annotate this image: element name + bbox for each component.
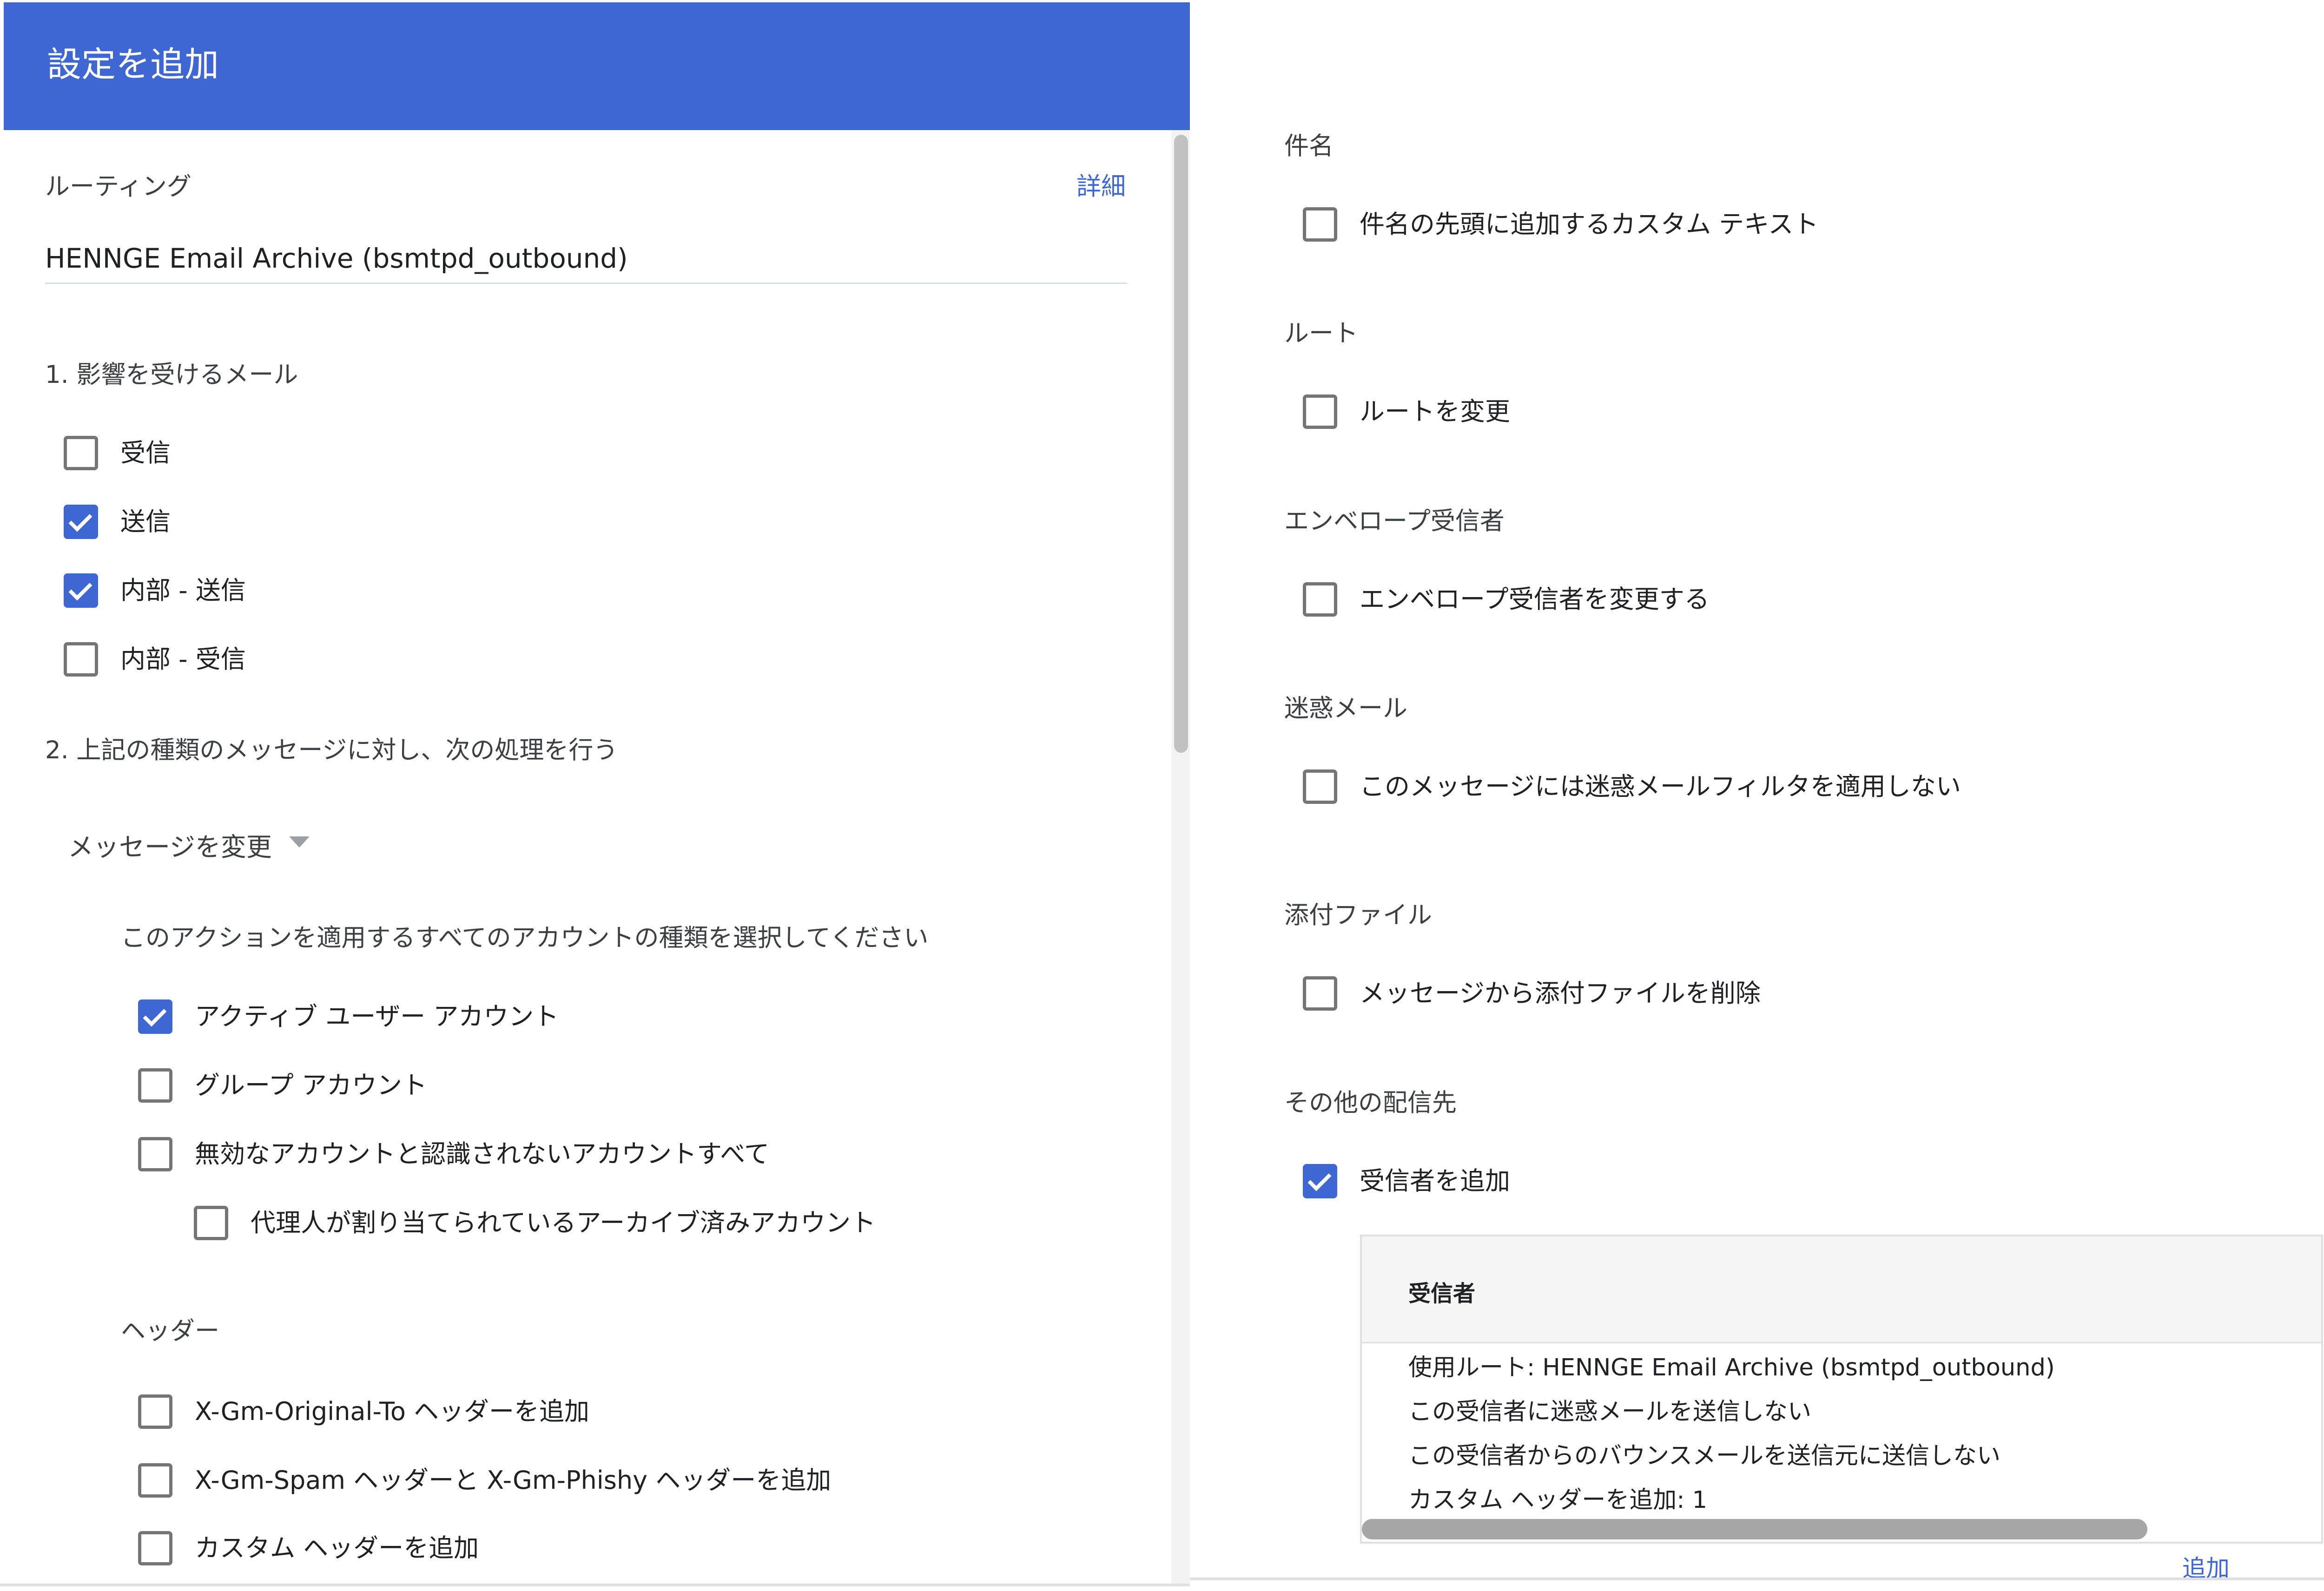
checkbox-remove-attachments-label: メッセージから添付ファイルを削除: [1360, 979, 1761, 1008]
section2-heading: 2. 上記の種類のメッセージに対し、次の処理を行う: [45, 736, 618, 764]
section1-heading: 1. 影響を受けるメール: [45, 361, 298, 389]
attachments-heading: 添付ファイル: [1284, 901, 1432, 929]
routing-label: ルーティング: [45, 172, 191, 201]
checkbox-bypass-spam-filter-box[interactable]: [1303, 769, 1337, 804]
checkbox-x-gm-spam-phishy-label: X-Gm-Spam ヘッダーと X-Gm-Phishy ヘッダーを追加: [195, 1466, 832, 1495]
recipients-table-header: 受信者: [1362, 1236, 2321, 1343]
subject-heading: 件名: [1284, 132, 1334, 160]
spam-heading: 迷惑メール: [1284, 694, 1407, 723]
dialog-title-bar: 設定を追加: [4, 2, 1190, 130]
checkbox-group-accounts-box[interactable]: [138, 1068, 172, 1103]
check-icon[interactable]: [64, 505, 98, 539]
account-types-prompt: このアクションを適用するすべてのアカウントの種類を選択してください: [121, 924, 929, 952]
checkbox-custom-header-label: カスタム ヘッダーを追加: [195, 1533, 479, 1563]
checkbox-change-route[interactable]: ルートを変更: [1303, 391, 1510, 433]
checkbox-add-recipients[interactable]: 受信者を追加: [1303, 1160, 1510, 1202]
checkbox-change-envelope-recipient[interactable]: エンベロープ受信者を変更する: [1303, 579, 1710, 620]
checkbox-disabled-accounts[interactable]: 無効なアカウントと認識されないアカウントすべて: [138, 1133, 769, 1175]
checkbox-inbound-label: 受信: [120, 438, 171, 467]
checkbox-remove-attachments[interactable]: メッセージから添付ファイルを削除: [1303, 973, 1761, 1014]
other-destinations-heading: その他の配信先: [1284, 1089, 1457, 1117]
left-bottom-divider: [0, 1584, 1190, 1586]
recipient-route-line: 使用ルート: HENNGE Email Archive (bsmtpd_outb…: [1408, 1354, 2055, 1381]
checkbox-custom-header[interactable]: カスタム ヘッダーを追加: [138, 1527, 479, 1569]
checkbox-internal-sending-label: 内部 - 送信: [120, 576, 246, 605]
checkbox-inbound[interactable]: 受信: [64, 432, 171, 474]
checkbox-x-gm-spam-phishy-box[interactable]: [138, 1463, 172, 1498]
recipients-horizontal-scrollbar[interactable]: [1362, 1519, 2147, 1539]
routing-value[interactable]: HENNGE Email Archive (bsmtpd_outbound): [45, 241, 628, 276]
checkbox-x-gm-original-to-label: X-Gm-Original-To ヘッダーを追加: [195, 1397, 590, 1426]
checkbox-x-gm-original-to-box[interactable]: [138, 1394, 172, 1429]
routing-details-link[interactable]: 詳細: [1076, 171, 1126, 203]
route-heading: ルート: [1284, 319, 1358, 348]
recipients-table: 受信者 使用ルート: HENNGE Email Archive (bsmtpd_…: [1360, 1235, 2323, 1544]
checkbox-subject-prefix-box[interactable]: [1303, 207, 1337, 242]
checkbox-internal-sending[interactable]: 内部 - 送信: [64, 570, 246, 611]
check-icon[interactable]: [64, 573, 98, 608]
right-bottom-divider: [1190, 1578, 2324, 1580]
recipient-custom-header-line: カスタム ヘッダーを追加: 1: [1408, 1486, 1708, 1514]
recipients-table-header-label: 受信者: [1408, 1281, 1476, 1307]
check-icon[interactable]: [1303, 1164, 1337, 1198]
checkbox-inbound-box[interactable]: [64, 436, 98, 470]
left-scrollbar-thumb[interactable]: [1174, 135, 1188, 753]
checkbox-add-recipients-label: 受信者を追加: [1360, 1166, 1510, 1196]
checkbox-active-user-accounts-label: アクティブ ユーザー アカウント: [195, 1002, 559, 1031]
headers-heading: ヘッダー: [121, 1317, 219, 1345]
checkbox-archived-delegated-accounts-box[interactable]: [194, 1206, 228, 1240]
checkbox-group-accounts-label: グループ アカウント: [195, 1071, 427, 1100]
checkbox-x-gm-spam-phishy[interactable]: X-Gm-Spam ヘッダーと X-Gm-Phishy ヘッダーを追加: [138, 1460, 831, 1501]
checkbox-outbound-label: 送信: [120, 507, 171, 536]
recipient-no-spam-line: この受信者に迷惑メールを送信しない: [1408, 1398, 1812, 1426]
envelope-recipient-heading: エンベロープ受信者: [1284, 507, 1505, 535]
checkbox-remove-attachments-box[interactable]: [1303, 976, 1337, 1011]
action-dropdown[interactable]: メッセージを変更: [68, 829, 272, 865]
checkbox-outbound[interactable]: 送信: [64, 501, 171, 543]
checkbox-subject-prefix[interactable]: 件名の先頭に追加するカスタム テキスト: [1303, 204, 1819, 245]
checkbox-disabled-accounts-label: 無効なアカウントと認識されないアカウントすべて: [195, 1139, 770, 1169]
settings-dialog-right: 件名 件名の先頭に追加するカスタム テキスト ルート ルートを変更 エンベロープ…: [1190, 0, 2324, 1591]
checkbox-bypass-spam-filter-label: このメッセージには迷惑メールフィルタを適用しない: [1360, 772, 1961, 801]
checkbox-group-accounts[interactable]: グループ アカウント: [138, 1065, 427, 1106]
checkbox-internal-receiving-box[interactable]: [64, 642, 98, 677]
settings-dialog-left: 設定を追加 ルーティング 詳細 HENNGE Email Archive (bs…: [0, 0, 1190, 1591]
dialog-title: 設定を追加: [47, 45, 219, 85]
checkbox-custom-header-box[interactable]: [138, 1531, 172, 1565]
routing-underline: [45, 283, 1127, 284]
checkbox-change-route-label: ルートを変更: [1360, 397, 1510, 426]
checkbox-change-envelope-recipient-box[interactable]: [1303, 582, 1337, 617]
checkbox-subject-prefix-label: 件名の先頭に追加するカスタム テキスト: [1360, 210, 1819, 239]
checkbox-internal-receiving[interactable]: 内部 - 受信: [64, 638, 246, 680]
checkbox-archived-delegated-accounts[interactable]: 代理人が割り当てられているアーカイブ済みアカウント: [194, 1202, 876, 1244]
check-icon[interactable]: [138, 999, 172, 1034]
checkbox-x-gm-original-to[interactable]: X-Gm-Original-To ヘッダーを追加: [138, 1391, 589, 1433]
checkbox-internal-receiving-label: 内部 - 受信: [120, 644, 246, 674]
checkbox-change-envelope-recipient-label: エンベロープ受信者を変更する: [1360, 585, 1710, 614]
checkbox-disabled-accounts-box[interactable]: [138, 1137, 172, 1171]
caret-down-icon[interactable]: [289, 836, 310, 848]
checkbox-archived-delegated-accounts-label: 代理人が割り当てられているアーカイブ済みアカウント: [251, 1208, 876, 1237]
recipient-no-bounce-line: この受信者からのバウンスメールを送信元に送信しない: [1408, 1442, 2000, 1470]
checkbox-bypass-spam-filter[interactable]: このメッセージには迷惑メールフィルタを適用しない: [1303, 766, 1961, 808]
checkbox-active-user-accounts[interactable]: アクティブ ユーザー アカウント: [138, 996, 559, 1038]
checkbox-change-route-box[interactable]: [1303, 394, 1337, 429]
